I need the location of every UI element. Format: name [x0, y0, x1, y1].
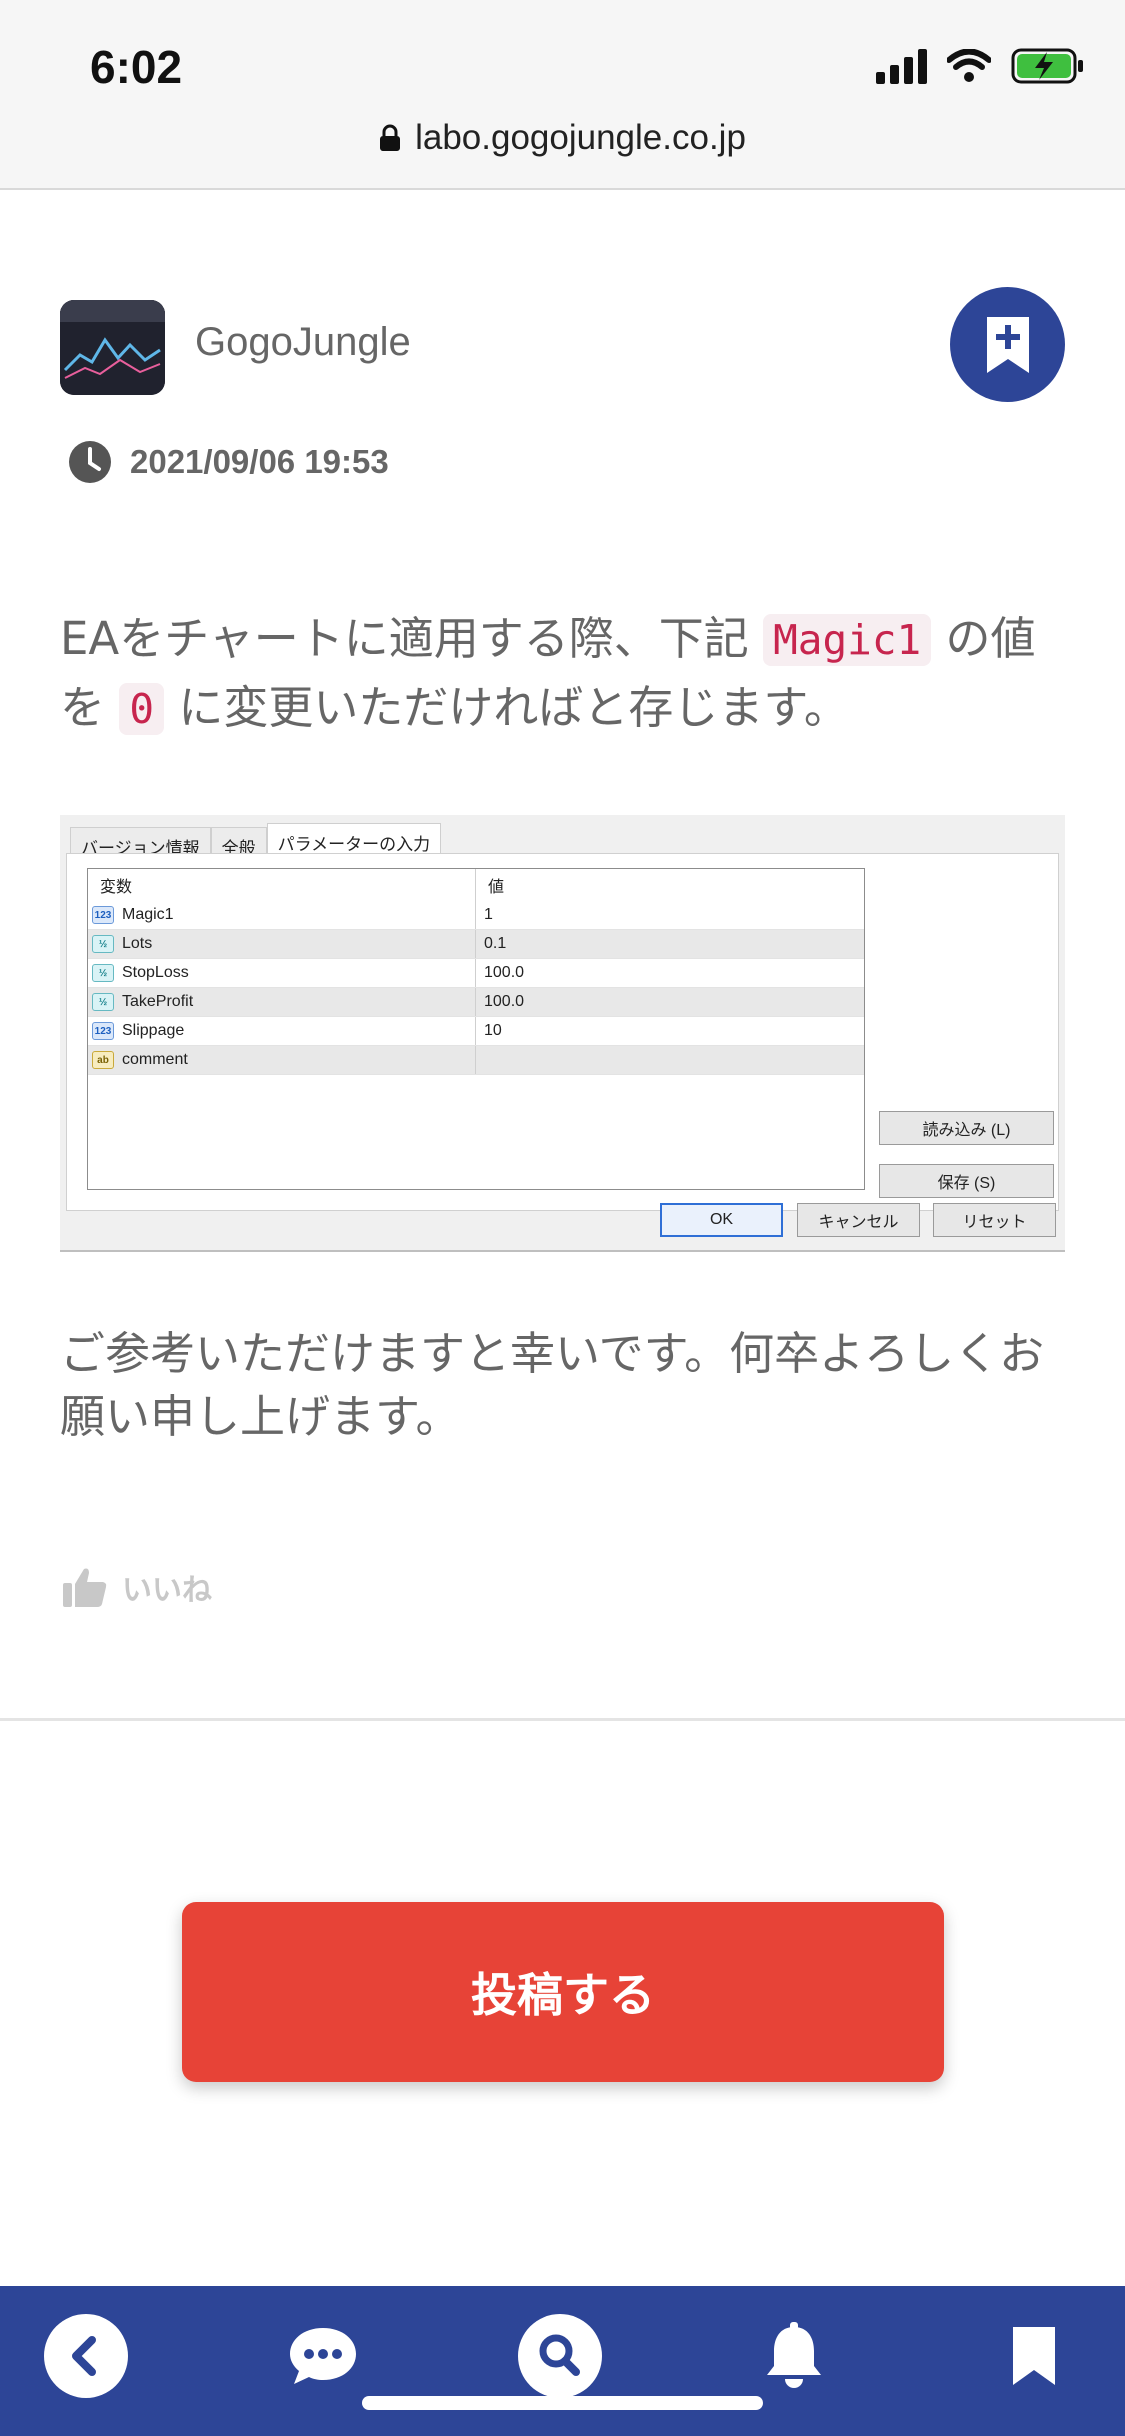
date-text: 2021/09/06 19:53	[130, 443, 389, 480]
column-value: 値	[488, 879, 505, 896]
inline-code-zero: 0	[119, 683, 165, 735]
search-icon	[518, 2314, 602, 2398]
lock-icon	[380, 124, 401, 151]
param-name: Magic1	[122, 906, 174, 923]
like-button[interactable]: いいね	[62, 1565, 212, 1609]
avatar-image	[60, 300, 165, 395]
wifi-icon	[947, 49, 991, 82]
back-icon	[44, 2314, 128, 2398]
nav-bookmarks[interactable]	[992, 2314, 1076, 2398]
table-row: ½ TakeProfit 100.0	[88, 988, 864, 1017]
post-paragraph-1: EAをチャートに適用する際、下記 Magic1 の値を 0 に変更いただければと…	[60, 605, 1070, 743]
nav-notifications[interactable]	[752, 2314, 836, 2398]
table-row: 123 Magic1 1	[88, 901, 864, 930]
nav-back[interactable]	[44, 2314, 128, 2398]
bookmark-plus-icon	[986, 316, 1029, 373]
string-type-icon: ab	[92, 1051, 114, 1069]
param-value: 1	[484, 906, 493, 923]
author-name[interactable]: GogoJungle	[195, 320, 411, 365]
paragraph-text: に変更いただければと存じます。	[178, 681, 849, 734]
add-bookmark-button[interactable]	[950, 287, 1065, 402]
param-value: 100.0	[484, 964, 525, 981]
post-button[interactable]: 投稿する	[182, 1902, 944, 2082]
browser-top-bar: 6:02 labo.gogojungle.co.jp	[0, 0, 1125, 190]
param-value: 100.0	[484, 993, 525, 1010]
clock-icon	[69, 441, 111, 483]
status-icons	[876, 48, 1085, 84]
param-value: 10	[484, 1022, 502, 1039]
signal-icon	[876, 48, 927, 84]
paragraph-text: EAをチャートに適用する際、下記	[60, 612, 749, 665]
param-name: comment	[122, 1051, 188, 1068]
table-header: 変数 値	[88, 869, 864, 901]
param-name: Lots	[122, 935, 153, 952]
param-value	[476, 1046, 864, 1074]
ea-parameters-screenshot: バージョン情報 全般 パラメーターの入力 変数 値 123 Magic1 1 ½L…	[60, 815, 1065, 1252]
double-type-icon: ½	[92, 993, 114, 1011]
double-type-icon: ½	[92, 935, 114, 953]
parameter-table: 変数 値 123 Magic1 1 ½ Lots 0.1 ½ StopLoss 100…	[87, 868, 865, 1190]
bottom-navigation	[0, 2286, 1125, 2436]
inline-code-magic1: Magic1	[763, 614, 932, 666]
bookmark-icon	[1013, 2327, 1055, 2385]
cancel-button: キャンセル	[797, 1203, 920, 1237]
nav-chat[interactable]	[281, 2314, 365, 2398]
thumbs-up-icon	[63, 1568, 107, 1607]
url-text: labo.gogojungle.co.jp	[415, 118, 746, 157]
nav-search[interactable]	[518, 2314, 602, 2398]
param-name: StopLoss	[122, 964, 189, 981]
status-time: 6:02	[90, 41, 183, 93]
reset-button: リセット	[933, 1203, 1056, 1237]
int-type-icon: 123	[92, 1022, 114, 1040]
ok-button: OK	[660, 1203, 783, 1237]
battery-charging-icon	[1011, 48, 1083, 84]
param-value: 0.1	[484, 935, 507, 952]
table-row: ½ StopLoss 100.0	[88, 959, 864, 988]
bell-icon	[767, 2322, 821, 2388]
double-type-icon: ½	[92, 964, 114, 982]
content-divider	[0, 1718, 1125, 1721]
post-paragraph-2: ご参考いただけますと幸いです。何卒よろしくお願い申し上げます。	[60, 1327, 1045, 1443]
save-button: 保存 (S)	[879, 1164, 1054, 1198]
int-type-icon: 123	[92, 906, 114, 924]
load-button: 読み込み (L)	[879, 1111, 1054, 1145]
address-bar[interactable]: labo.gogojungle.co.jp	[0, 118, 1125, 158]
dialog-panel: 変数 値 123 Magic1 1 ½ Lots 0.1 ½ StopLoss 100…	[66, 853, 1059, 1211]
table-row: ab comment	[88, 1046, 864, 1075]
post-date: 2021/09/06 19:53	[68, 440, 389, 484]
like-label: いいね	[122, 1573, 212, 1608]
home-indicator[interactable]	[362, 2396, 763, 2410]
table-row: 123 Slippage 10	[88, 1017, 864, 1046]
chat-icon	[290, 2328, 356, 2384]
author-avatar[interactable]	[60, 300, 165, 395]
param-name: Slippage	[122, 1022, 185, 1039]
column-variable: 変数	[88, 869, 476, 901]
param-name: TakeProfit	[122, 993, 194, 1010]
table-row: ½ Lots 0.1	[88, 930, 864, 959]
